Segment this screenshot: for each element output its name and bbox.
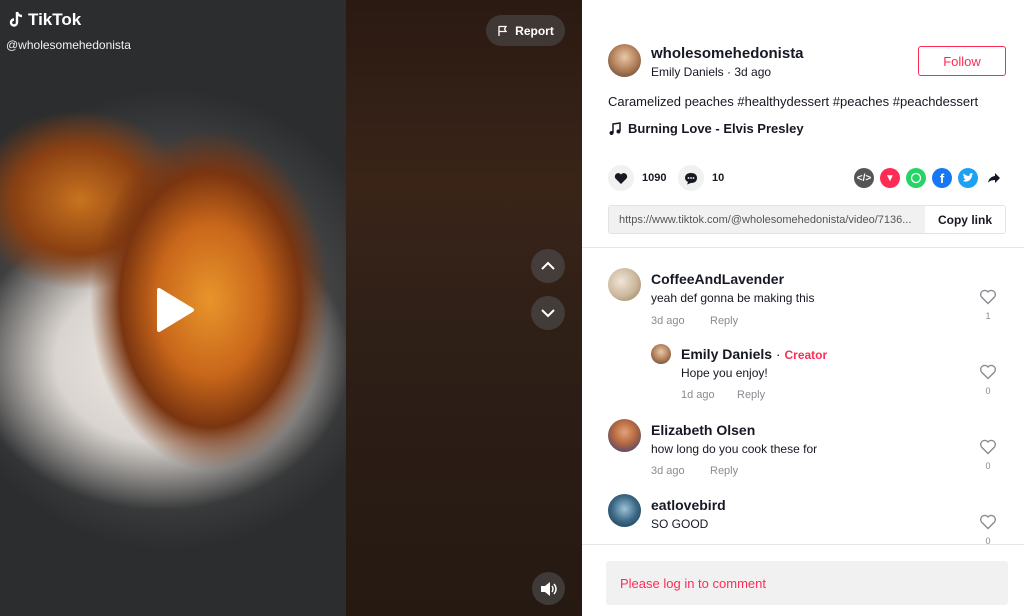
twitter-icon[interactable] [958, 168, 978, 188]
reply-button[interactable]: Reply [737, 389, 765, 401]
reply-button[interactable]: Reply [710, 465, 738, 477]
send-to-friends-icon[interactable]: ▼ [880, 168, 900, 188]
report-label: Report [515, 23, 554, 38]
flag-icon [498, 25, 508, 36]
commenter-name[interactable]: CoffeeAndLavender [651, 271, 784, 287]
comment-like-count: 0 [985, 386, 991, 396]
comment-like-count: 1 [985, 311, 991, 321]
comment-item: Elizabeth Olsen how long do you cook the… [582, 413, 1024, 488]
reply-item: Emily Daniels · Creator Hope you enjoy! … [582, 338, 1024, 413]
speaker-icon [540, 581, 557, 596]
tiktok-logo[interactable]: TikTok [8, 10, 81, 30]
post-header: wholesomehedonista Emily Daniels · 3d ag… [582, 0, 1024, 248]
tiktok-note-icon [9, 11, 23, 27]
hashtag-link[interactable]: #peaches [833, 94, 889, 109]
heart-icon [614, 172, 628, 184]
like-count: 1090 [642, 172, 667, 184]
reply-author: Emily Daniels [681, 346, 773, 362]
heart-outline-icon[interactable] [979, 289, 997, 305]
comment-button[interactable] [678, 165, 704, 191]
video-details-panel: wholesomehedonista Emily Daniels · 3d ag… [582, 0, 1024, 616]
comment-list[interactable]: CoffeeAndLavender yeah def gonna be maki… [582, 248, 1024, 544]
author-display-name: Emily Daniels [651, 65, 724, 79]
commenter-name[interactable]: Emily Daniels · Creator [681, 346, 827, 362]
comment-item: CoffeeAndLavender yeah def gonna be maki… [582, 248, 1024, 338]
music-link[interactable]: Burning Love - Elvis Presley [608, 121, 804, 136]
report-button[interactable]: Report [486, 15, 565, 46]
comment-icon [685, 172, 697, 184]
commenter-name[interactable]: Elizabeth Olsen [651, 422, 755, 438]
comment-like-count: 0 [985, 536, 991, 544]
comment-item: eatlovebird SO GOOD 0 [582, 488, 1024, 544]
video-player[interactable]: TikTok @wholesomehedonista Report [0, 0, 582, 616]
volume-button[interactable] [532, 572, 565, 605]
comment-time: 3d ago [651, 315, 685, 327]
author-subline: Emily Daniels · 3d ago [651, 65, 771, 79]
creator-avatar[interactable] [651, 344, 671, 364]
name-separator: · [772, 346, 785, 362]
comment-like-count: 0 [985, 461, 991, 471]
comment-footer: Please log in to comment [582, 544, 1024, 616]
comment-text: yeah def gonna be making this [651, 291, 815, 305]
like-button[interactable] [608, 165, 634, 191]
music-title: Burning Love - Elvis Presley [628, 121, 804, 136]
heart-outline-icon[interactable] [979, 514, 997, 530]
post-caption: Caramelized peaches #healthydessert #pea… [608, 94, 978, 109]
whatsapp-icon[interactable] [906, 168, 926, 188]
hashtag-link[interactable]: #healthydessert [737, 94, 829, 109]
login-to-comment-prompt[interactable]: Please log in to comment [606, 561, 1008, 605]
comment-time: 3d ago [651, 465, 685, 477]
follow-button[interactable]: Follow [918, 46, 1006, 76]
like-stat: 1090 [608, 165, 666, 191]
facebook-icon[interactable]: f [932, 168, 952, 188]
author-avatar[interactable] [608, 44, 641, 77]
chevron-down-icon [541, 309, 555, 318]
embed-icon[interactable]: </> [854, 168, 874, 188]
commenter-avatar[interactable] [608, 419, 641, 452]
heart-outline-icon[interactable] [979, 364, 997, 380]
comment-text: SO GOOD [651, 517, 709, 531]
caption-text: Caramelized peaches [608, 94, 734, 109]
heart-outline-icon[interactable] [979, 439, 997, 455]
share-arrow-icon[interactable] [984, 168, 1004, 188]
comment-text: Hope you enjoy! [681, 366, 768, 380]
next-video-button[interactable] [531, 296, 565, 330]
play-icon[interactable] [155, 287, 195, 333]
music-note-icon [609, 121, 621, 135]
share-link-box: https://www.tiktok.com/@wholesomehedonis… [608, 205, 1006, 234]
hashtag-link[interactable]: #peachdessert [893, 94, 978, 109]
post-time: 3d ago [734, 65, 772, 79]
video-watermark-handle: @wholesomehedonista [6, 38, 131, 52]
comment-time: 1d ago [681, 389, 715, 401]
share-link-url[interactable]: https://www.tiktok.com/@wholesomehedonis… [609, 206, 925, 233]
brand-name: TikTok [28, 10, 82, 29]
share-bar: </> ▼ f [854, 168, 1004, 188]
commenter-name[interactable]: eatlovebird [651, 497, 726, 513]
comment-text: how long do you cook these for [651, 442, 818, 456]
reply-button[interactable]: Reply [710, 315, 738, 327]
tiktok-video-page: TikTok @wholesomehedonista Report wholes… [0, 0, 1024, 616]
commenter-avatar[interactable] [608, 494, 641, 527]
previous-video-button[interactable] [531, 249, 565, 283]
chevron-up-icon [541, 261, 555, 270]
creator-badge: Creator [784, 348, 828, 362]
copy-link-button[interactable]: Copy link [925, 206, 1005, 233]
commenter-avatar[interactable] [608, 268, 641, 301]
author-username[interactable]: wholesomehedonista [651, 45, 804, 62]
comment-count: 10 [712, 172, 725, 184]
comment-stat: 10 [678, 165, 724, 191]
